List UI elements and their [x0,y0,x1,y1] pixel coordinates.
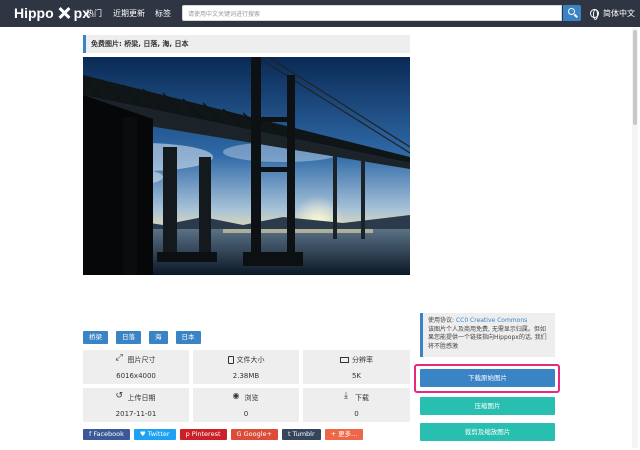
nav-recent[interactable]: 近期更新 [113,8,145,19]
tag-bridge[interactable]: 桥梁 [83,331,108,344]
file-icon [227,356,234,364]
download-original-button[interactable]: 下载原始图片 [420,369,555,387]
share-google-button[interactable]: G Google+ [230,429,278,440]
info-label: 分辨率 [352,356,373,364]
download-icon [344,391,352,402]
share-twitter-button[interactable]: ♥ Twitter [133,429,176,440]
bridge-sunset-image [83,57,410,275]
globe-icon [590,9,599,20]
page-title: 免费图片: 桥梁, 日落, 海, 日本 [83,35,410,53]
logo-x-icon [58,7,70,19]
info-label: 浏览 [244,394,259,402]
nav-popular[interactable]: 热门 [86,8,102,19]
info-resolution: 分辨率 5K [303,350,410,384]
scrollbar-thumb[interactable] [633,30,637,125]
main-photo[interactable] [83,57,410,275]
download-highlight-frame: 下载原始图片 [414,364,560,393]
top-navbar: Hippo px 热门 近期更新 标签 请使用中文关键词进行搜索 简体中文 [0,0,640,27]
tag-sunset[interactable]: 日落 [116,331,141,344]
info-file-size: 文件大小 2.38MB [193,350,299,384]
info-value: 0 [354,410,359,418]
share-pinterest-button[interactable]: p Pinterest [179,429,227,440]
eye-icon [233,391,242,402]
info-value: 0 [243,410,249,418]
monitor-icon [340,357,349,363]
tag-list: 桥梁 日落 海 日本 [83,331,201,344]
social-share-bar: f Facebook ♥ Twitter p Pinterest G Googl… [83,429,364,440]
share-more-button[interactable]: + 更多... [324,429,364,440]
info-dimensions: 图片尺寸 6016x4000 [83,350,189,384]
info-views: 浏览 0 [193,388,299,422]
info-label: 文件大小 [236,356,265,364]
info-value: 2.38MB [232,372,260,380]
expand-icon [116,353,125,364]
history-icon [116,391,125,402]
license-prefix: 使用协议: [428,317,456,324]
tag-sea[interactable]: 海 [149,331,168,344]
search-button[interactable] [563,5,581,21]
info-value: 6016x4000 [116,372,156,380]
image-info-grid: 图片尺寸 6016x4000 文件大小 2.38MB 分辨率 5K 上传日期 2… [83,350,410,422]
license-box: 使用协议: CC0 Creative Commons 该图片个人及商用免费, 无… [420,313,555,357]
share-facebook-button[interactable]: f Facebook [83,429,130,440]
license-text: 该图片个人及商用免费, 无需显示归属。但如果您能提供一个链接指向Hippopx的… [428,325,547,350]
compress-image-button[interactable]: 压缩图片 [420,397,555,415]
nav-tags[interactable]: 标签 [155,8,171,19]
tag-japan[interactable]: 日本 [175,331,201,344]
info-label: 图片尺寸 [127,356,156,364]
info-label: 下载 [355,394,369,402]
share-tumblr-button[interactable]: t Tumblr [281,429,321,440]
license-link[interactable]: CC0 Creative Commons [456,317,527,324]
language-selector[interactable]: 简体中文 [590,8,635,20]
info-label: 上传日期 [127,394,156,402]
info-value: 5K [351,372,362,380]
logo-text-left: Hippo [14,5,54,21]
search-input[interactable]: 请使用中文关键词进行搜索 [182,5,562,21]
info-downloads: 下载 0 [303,388,410,422]
info-value: 2017-11-01 [115,410,157,418]
site-logo[interactable]: Hippo px [14,5,90,21]
search-icon-handle [574,13,578,18]
language-label: 简体中文 [603,9,635,18]
crop-resize-button[interactable]: 裁剪及缩放图片 [420,423,555,441]
info-upload-date: 上传日期 2017-11-01 [83,388,189,422]
